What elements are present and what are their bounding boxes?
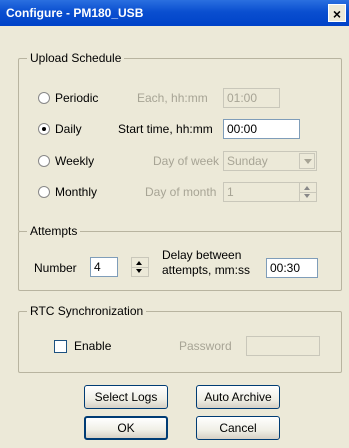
- window-title: Configure - PM180_USB: [6, 6, 144, 20]
- monthly-label: Monthly: [55, 185, 98, 199]
- password-input[interactable]: [246, 336, 320, 356]
- delay-input[interactable]: 00:30: [266, 258, 318, 278]
- daily-label: Daily: [55, 122, 82, 136]
- day-of-week-value: Sunday: [227, 154, 268, 168]
- auto-archive-button[interactable]: Auto Archive: [196, 385, 280, 409]
- each-hhmm-input[interactable]: 01:00: [223, 88, 280, 108]
- chevron-down-icon[interactable]: [299, 153, 315, 169]
- enable-label: Enable: [74, 339, 112, 353]
- select-logs-button[interactable]: Select Logs: [84, 385, 168, 409]
- radio-periodic[interactable]: [38, 92, 50, 104]
- day-of-month-spinner[interactable]: [299, 182, 317, 202]
- delay-label-line2: attempts, mm:ss: [162, 263, 251, 277]
- weekly-label: Weekly: [55, 154, 95, 168]
- close-icon: ×: [332, 6, 342, 22]
- number-spinner[interactable]: [131, 257, 149, 277]
- rtc-legend: RTC Synchronization: [27, 304, 147, 318]
- upload-schedule-group: Upload Schedule Periodic Each, hh:mm 01:…: [18, 51, 342, 232]
- radio-daily[interactable]: [38, 123, 50, 135]
- day-of-week-label: Day of week: [153, 154, 220, 168]
- enable-checkbox[interactable]: [54, 340, 67, 353]
- ok-button[interactable]: OK: [84, 416, 168, 440]
- number-label: Number: [34, 261, 77, 275]
- close-button[interactable]: ×: [328, 4, 346, 22]
- dialog-body: Upload Schedule Periodic Each, hh:mm 01:…: [0, 26, 349, 448]
- rtc-synchronization-group: RTC Synchronization Enable Password: [18, 304, 342, 373]
- start-time-label: Start time, hh:mm: [118, 122, 213, 136]
- periodic-label: Periodic: [55, 91, 99, 105]
- attempts-group: Attempts Number 4 Delay between attempts…: [18, 224, 342, 291]
- radio-monthly[interactable]: [38, 186, 50, 198]
- radio-weekly[interactable]: [38, 155, 50, 167]
- upload-schedule-legend: Upload Schedule: [27, 51, 125, 65]
- delay-label-line1: Delay between: [162, 248, 242, 262]
- day-of-month-label: Day of month: [145, 185, 217, 199]
- attempts-legend: Attempts: [27, 224, 81, 238]
- number-input[interactable]: 4: [90, 257, 118, 277]
- start-time-input[interactable]: 00:00: [223, 119, 300, 139]
- password-label: Password: [179, 339, 232, 353]
- each-hhmm-label: Each, hh:mm: [137, 91, 208, 105]
- cancel-button[interactable]: Cancel: [196, 416, 280, 440]
- title-bar: Configure - PM180_USB ×: [0, 0, 349, 26]
